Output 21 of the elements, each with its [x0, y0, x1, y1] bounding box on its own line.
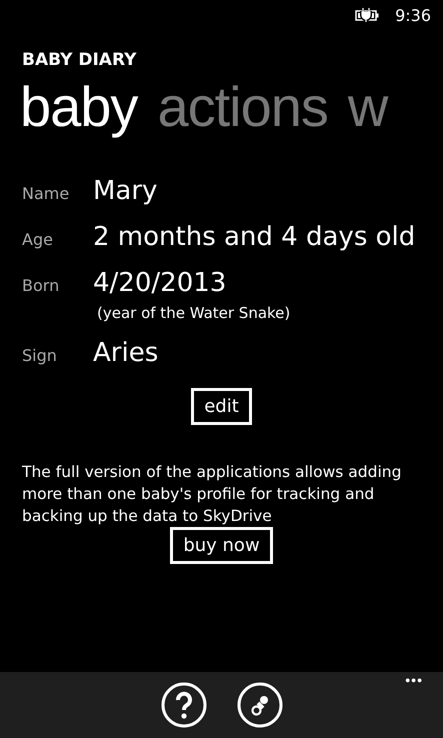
- field-note: (year of the Water Snake): [97, 304, 292, 322]
- field-value: Aries: [93, 338, 160, 368]
- pacifier-button[interactable]: [236, 682, 282, 728]
- app-title: BABY DIARY: [21, 49, 138, 72]
- promo-text: The full version of the applications allows adding more than one baby's profile for tracking and backing up the data to SkyDrive: [22, 462, 402, 527]
- field-label: Age: [22, 230, 54, 249]
- buy-now-button[interactable]: buy now: [170, 527, 273, 564]
- field-label: Sign: [22, 346, 58, 365]
- field-value: 2 months and 4 days old: [93, 222, 416, 252]
- help-button[interactable]: [160, 682, 206, 728]
- field-value: Mary: [93, 176, 158, 206]
- clock-time: 9:36: [395, 6, 431, 24]
- battery-charging-icon: [355, 8, 382, 22]
- more-button[interactable]: •••: [405, 672, 423, 688]
- field-label: Born: [22, 276, 60, 295]
- pivot-tab[interactable]: baby: [20, 74, 138, 138]
- edit-button[interactable]: edit: [191, 388, 252, 425]
- field-label: Name: [22, 184, 70, 203]
- pivot-tab[interactable]: w: [348, 74, 388, 138]
- pivot-tab[interactable]: actions: [157, 74, 328, 138]
- field-value: 4/20/2013: [93, 268, 228, 298]
